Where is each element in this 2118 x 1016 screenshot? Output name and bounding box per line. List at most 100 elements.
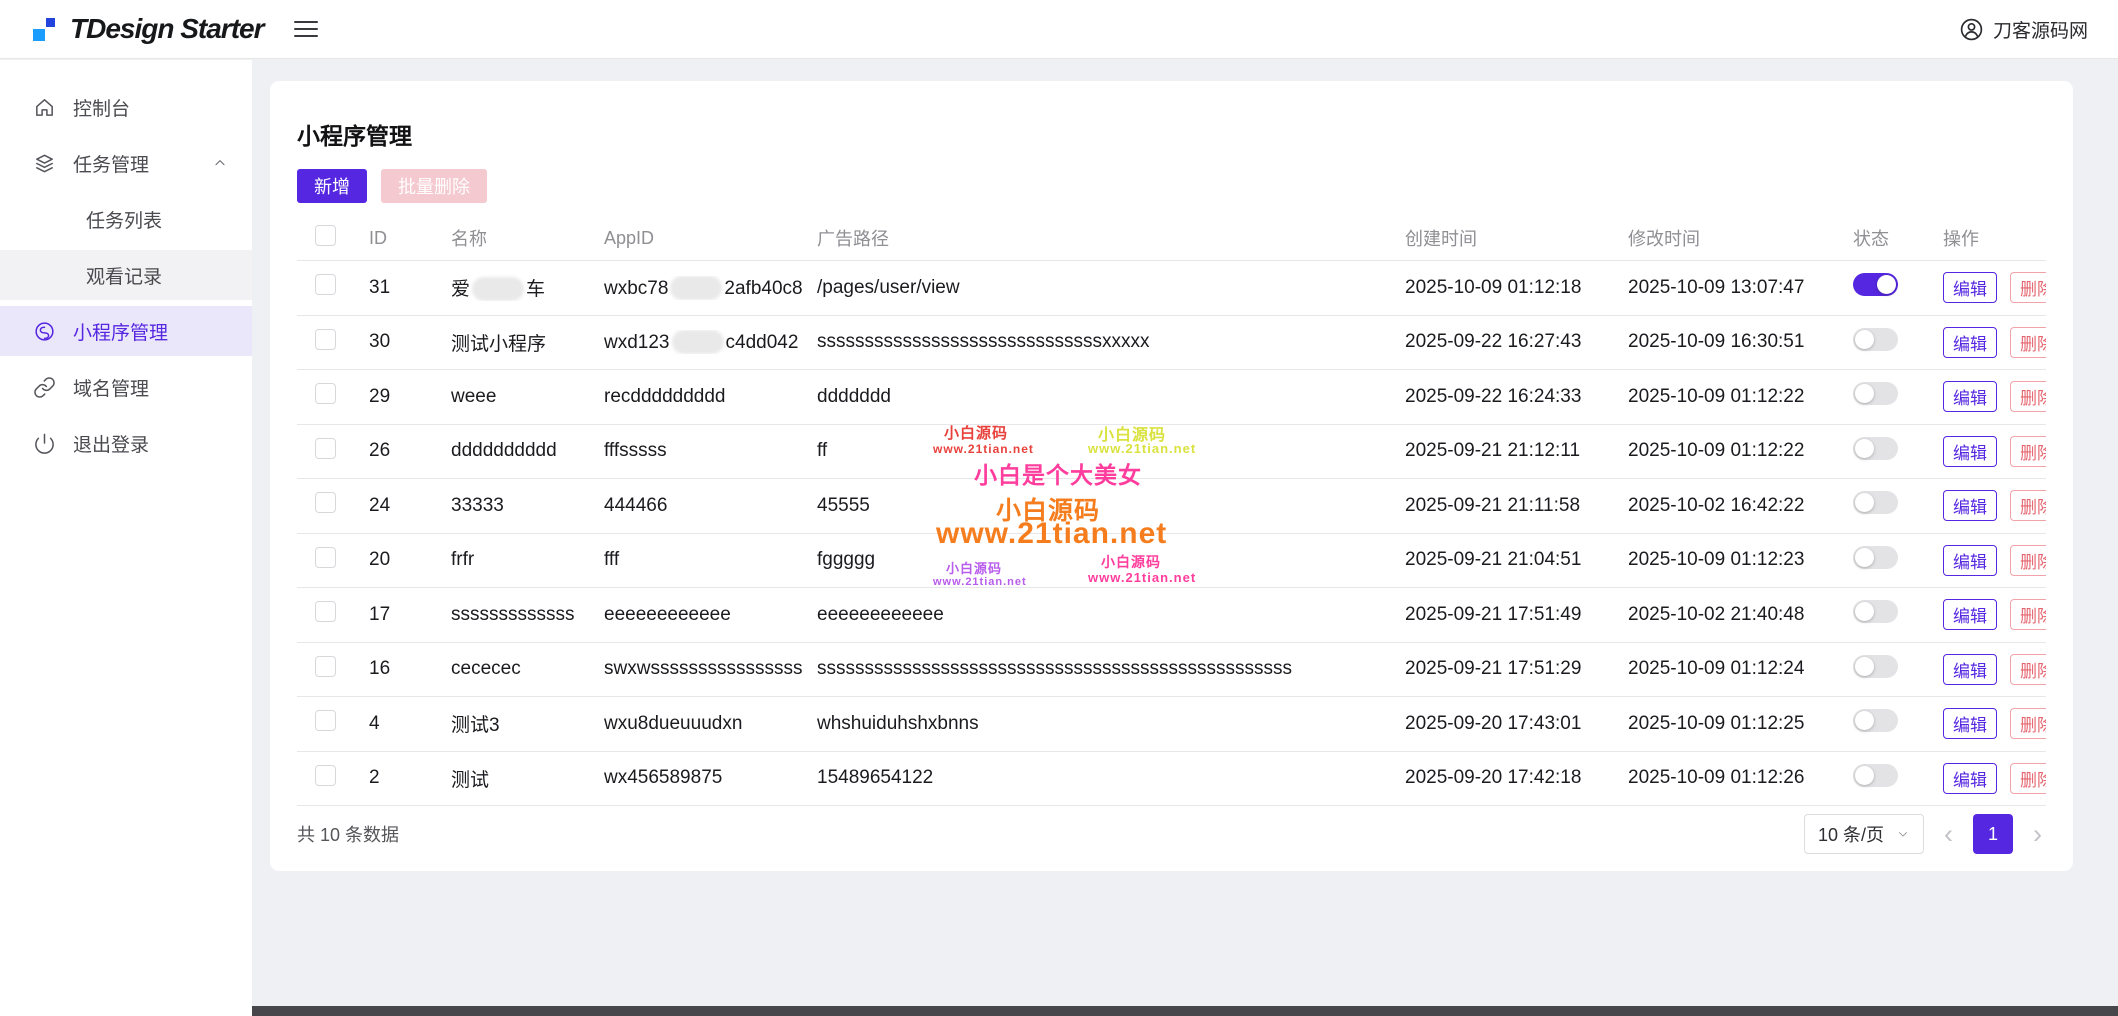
column-header-actions: 操作 xyxy=(1943,225,2046,251)
chevron-down-icon xyxy=(1896,827,1910,841)
sidebar-item-task-management[interactable]: 任务管理 xyxy=(0,138,252,188)
row-checkbox[interactable] xyxy=(315,438,336,459)
column-header-appid: AppID xyxy=(604,228,817,249)
edit-button[interactable]: 编辑 xyxy=(1943,763,1997,794)
cell-modified-time: 2025-10-09 01:12:22 xyxy=(1628,386,1853,408)
edit-button[interactable]: 编辑 xyxy=(1943,436,1997,467)
total-count-label: 共 10 条数据 xyxy=(297,821,399,847)
status-toggle[interactable] xyxy=(1853,382,1898,405)
delete-button[interactable]: 删除 xyxy=(2010,763,2046,794)
censored-blur xyxy=(672,330,724,354)
add-button[interactable]: 新增 xyxy=(297,169,367,203)
cell-appid: fff xyxy=(604,549,817,571)
tdesign-logo-icon[interactable] xyxy=(30,12,58,46)
sidebar-item-miniprogram-management[interactable]: 小程序管理 xyxy=(0,306,252,356)
row-checkbox[interactable] xyxy=(315,765,336,786)
row-checkbox[interactable] xyxy=(315,383,336,404)
delete-button[interactable]: 删除 xyxy=(2010,272,2046,303)
edit-button[interactable]: 编辑 xyxy=(1943,327,1997,358)
censored-blur xyxy=(670,276,722,300)
row-checkbox[interactable] xyxy=(315,710,336,731)
column-header-name: 名称 xyxy=(451,225,604,251)
cell-ad-path: ddddddd xyxy=(817,386,1405,408)
row-checkbox[interactable] xyxy=(315,274,336,295)
table-body: 31 爱车 wxbc782afb40c8 /pages/user/view 20… xyxy=(297,261,2046,806)
status-toggle[interactable] xyxy=(1853,546,1898,569)
sidebar-item-console[interactable]: 控制台 xyxy=(0,82,252,132)
sidebar-item-logout[interactable]: 退出登录 xyxy=(0,418,252,468)
next-page-button[interactable]: › xyxy=(2029,821,2046,848)
sidebar-item-label: 控制台 xyxy=(73,94,130,121)
app-window: TDesign Starter 刀客源码网 控制台 任务管理 任务列 xyxy=(0,0,2118,1016)
sidebar-item-label: 退出登录 xyxy=(73,430,149,457)
delete-button[interactable]: 删除 xyxy=(2010,436,2046,467)
cell-name: 33333 xyxy=(451,495,604,517)
row-checkbox[interactable] xyxy=(315,547,336,568)
table-row: 29 weee recddddddddd ddddddd 2025-09-22 … xyxy=(297,370,2046,425)
sidebar-item-watch-records[interactable]: 观看记录 xyxy=(0,250,252,300)
cell-created-time: 2025-09-20 17:43:01 xyxy=(1405,713,1628,735)
cell-created-time: 2025-10-09 01:12:18 xyxy=(1405,277,1628,299)
cell-name: 爱车 xyxy=(451,274,604,301)
column-header-id: ID xyxy=(369,228,451,249)
cell-ad-path: 45555 xyxy=(817,495,1405,517)
status-toggle[interactable] xyxy=(1853,491,1898,514)
status-toggle[interactable] xyxy=(1853,437,1898,460)
prev-page-button[interactable]: ‹ xyxy=(1940,821,1957,848)
row-checkbox[interactable] xyxy=(315,601,336,622)
delete-button[interactable]: 删除 xyxy=(2010,381,2046,412)
cell-appid: eeeeeeeeeeee xyxy=(604,604,817,626)
delete-button[interactable]: 删除 xyxy=(2010,327,2046,358)
cell-ad-path: ssssssssssssssssssssssssssssssssssssssss… xyxy=(817,658,1405,680)
status-toggle[interactable] xyxy=(1853,764,1898,787)
edit-button[interactable]: 编辑 xyxy=(1943,381,1997,412)
delete-button[interactable]: 删除 xyxy=(2010,545,2046,576)
user-menu[interactable]: 刀客源码网 xyxy=(1959,16,2088,43)
cell-id: 4 xyxy=(369,713,451,735)
power-icon xyxy=(33,432,56,455)
edit-button[interactable]: 编辑 xyxy=(1943,490,1997,521)
select-all-checkbox[interactable] xyxy=(315,225,336,246)
table-row: 20 frfr fff fggggg 2025-09-21 21:04:51 2… xyxy=(297,534,2046,589)
cell-id: 20 xyxy=(369,549,451,571)
delete-button[interactable]: 删除 xyxy=(2010,490,2046,521)
menu-collapse-icon[interactable] xyxy=(294,16,318,42)
row-checkbox[interactable] xyxy=(315,492,336,513)
cell-id: 2 xyxy=(369,767,451,789)
delete-button[interactable]: 删除 xyxy=(2010,654,2046,685)
table-row: 17 sssssssssssss eeeeeeeeeeee eeeeeeeeee… xyxy=(297,588,2046,643)
cell-appid: wxbc782afb40c8 xyxy=(604,276,817,300)
edit-button[interactable]: 编辑 xyxy=(1943,599,1997,630)
table-row: 26 dddddddddd fffsssss ff 2025-09-21 21:… xyxy=(297,425,2046,480)
cell-created-time: 2025-09-22 16:27:43 xyxy=(1405,331,1628,353)
delete-button[interactable]: 删除 xyxy=(2010,708,2046,739)
status-toggle[interactable] xyxy=(1853,655,1898,678)
logo-text[interactable]: TDesign Starter xyxy=(70,13,264,45)
status-toggle[interactable] xyxy=(1853,709,1898,732)
edit-button[interactable]: 编辑 xyxy=(1943,545,1997,576)
sidebar-item-domain-management[interactable]: 域名管理 xyxy=(0,362,252,412)
cell-created-time: 2025-09-22 16:24:33 xyxy=(1405,386,1628,408)
cell-modified-time: 2025-10-09 01:12:22 xyxy=(1628,440,1853,462)
table-row: 4 测试3 wxu8dueuuudxn whshuiduhshxbnns 202… xyxy=(297,697,2046,752)
row-checkbox[interactable] xyxy=(315,656,336,677)
edit-button[interactable]: 编辑 xyxy=(1943,708,1997,739)
pagination-bar: 共 10 条数据 10 条/页 ‹ 1 › xyxy=(297,806,2046,862)
status-toggle[interactable] xyxy=(1853,273,1898,296)
delete-button[interactable]: 删除 xyxy=(2010,599,2046,630)
edit-button[interactable]: 编辑 xyxy=(1943,272,1997,303)
sidebar-item-task-list[interactable]: 任务列表 xyxy=(0,194,252,244)
status-toggle[interactable] xyxy=(1853,600,1898,623)
edit-button[interactable]: 编辑 xyxy=(1943,654,1997,685)
row-checkbox[interactable] xyxy=(315,329,336,350)
cell-modified-time: 2025-10-09 13:07:47 xyxy=(1628,277,1853,299)
cell-appid: wxu8dueuuudxn xyxy=(604,713,817,735)
current-page-button[interactable]: 1 xyxy=(1973,814,2013,854)
status-toggle[interactable] xyxy=(1853,328,1898,351)
cell-id: 31 xyxy=(369,277,451,299)
batch-delete-button[interactable]: 批量删除 xyxy=(381,169,487,203)
column-header-modified: 修改时间 xyxy=(1628,225,1853,251)
cell-appid: recddddddddd xyxy=(604,386,817,408)
cell-id: 16 xyxy=(369,658,451,680)
page-size-select[interactable]: 10 条/页 xyxy=(1804,814,1924,854)
